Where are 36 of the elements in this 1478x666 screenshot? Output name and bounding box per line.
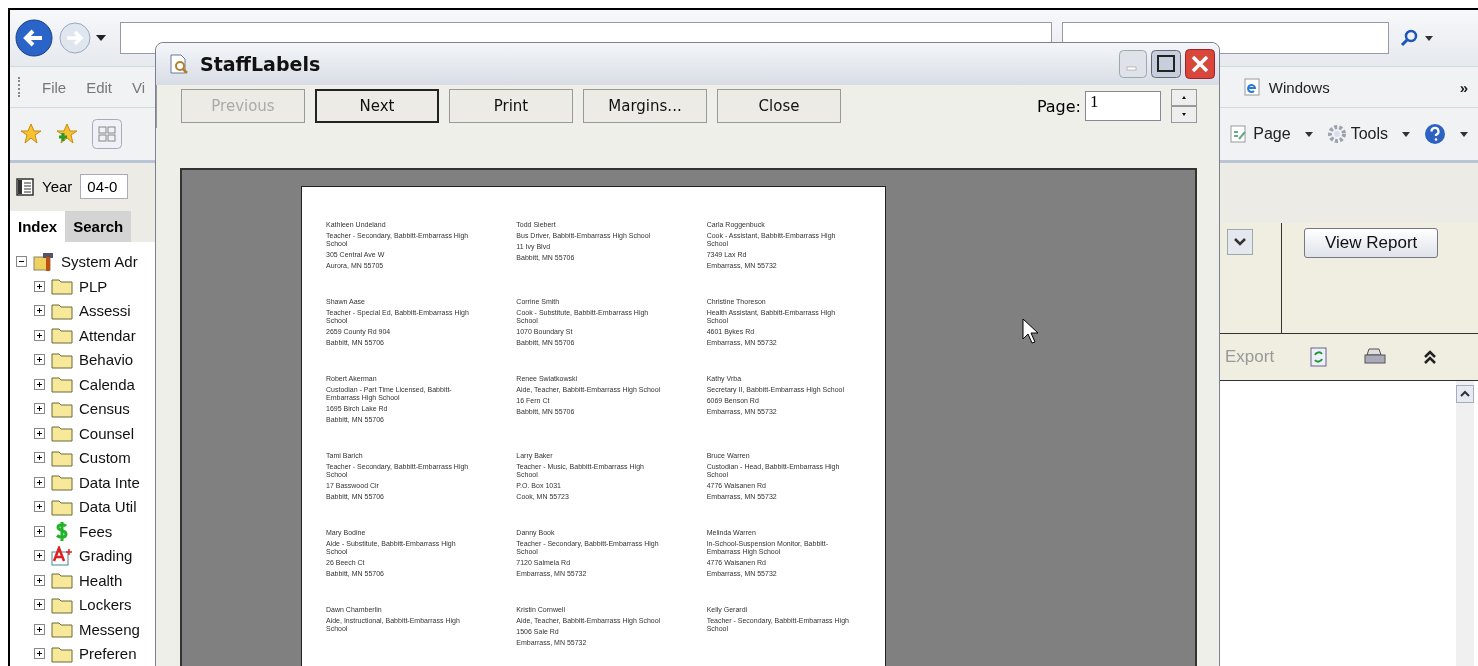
panel-tab[interactable]: Index [10, 210, 66, 242]
menu-item[interactable]: Vi [132, 78, 146, 96]
tree-item[interactable]: Assessi [79, 302, 131, 320]
toolbar-button[interactable]: Margins... [583, 89, 707, 124]
tree-item[interactable]: Lockers [79, 596, 132, 614]
year-label: Year [42, 178, 73, 196]
tree-item[interactable]: Data Util [79, 498, 137, 516]
tree-item[interactable]: Data Inte [79, 473, 140, 491]
command-button[interactable]: Tools [1326, 124, 1388, 144]
tree-item[interactable]: Fees [79, 522, 113, 540]
tree-item[interactable]: PLP [79, 277, 108, 295]
tree-item[interactable]: Attendar [79, 326, 136, 344]
tree-item[interactable]: Behavio [79, 351, 134, 369]
page-label: Page: [1036, 96, 1081, 116]
tree-item[interactable]: Census [79, 400, 130, 418]
page-field[interactable]: 1 [1085, 91, 1161, 122]
command-button[interactable]: Page [1229, 124, 1291, 144]
tree-item[interactable]: Messeng [79, 620, 140, 638]
overflow-chevron[interactable]: » [1459, 78, 1468, 96]
toolbar-button[interactable]: Close [717, 89, 841, 124]
tree-item[interactable]: Custom [79, 449, 131, 467]
tree-item[interactable]: Health [79, 571, 123, 589]
panel-tab[interactable]: Search [65, 210, 132, 242]
toolbar-button[interactable]: Next [315, 89, 439, 124]
tree-item[interactable]: Calenda [79, 375, 135, 393]
tree-item[interactable]: Preferen [79, 645, 137, 663]
menu-item[interactable]: Edit [86, 78, 113, 96]
tree-item[interactable]: Grading [79, 547, 133, 565]
links-bar-link[interactable]: Windows [1268, 78, 1330, 96]
dialog-title: StaffLabels [200, 52, 321, 75]
tree-item[interactable]: Counsel [79, 424, 135, 442]
tree-item[interactable]: System Adr [61, 253, 138, 271]
year-field[interactable]: 04-0 [80, 174, 129, 200]
view-report-button[interactable]: View Report [1304, 228, 1439, 258]
toolbar-button[interactable]: Print [449, 89, 573, 124]
menu-item[interactable]: File [42, 78, 67, 96]
